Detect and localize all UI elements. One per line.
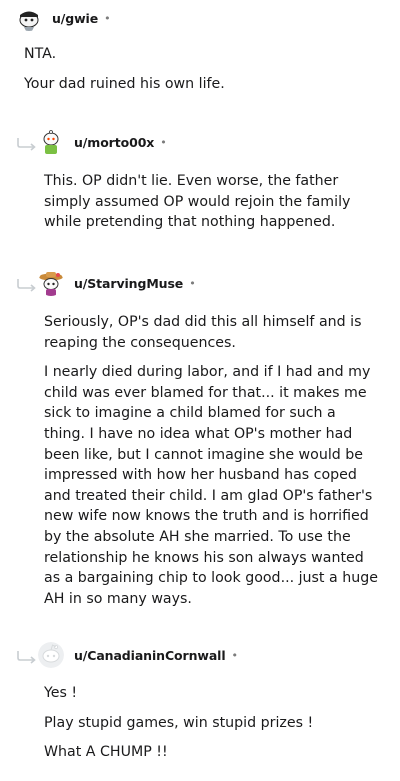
comment-paragraph: This. OP didn't lie. Even worse, the fat… [44,173,351,231]
comment-header: u/morto00x • [38,128,167,156]
comment-body: This. OP didn't lie. Even worse, the fat… [44,171,380,242]
comment-paragraph: Seriously, OP's dad did this all himself… [44,314,362,351]
reply-arrow-icon [17,279,36,292]
comment-paragraph: Play stupid games, win stupid prizes ! [44,714,314,731]
comment-paragraph: NTA. [24,46,57,62]
snoo-hat-avatar-icon[interactable] [38,270,64,296]
comment-reply: u/CanadianinCornwall • Yes ! Play stupid… [0,640,400,781]
comment-header: u/StarvingMuse • [38,269,196,297]
reply-arrow-icon [17,138,36,151]
separator-dot: • [104,11,111,25]
comment-reply: u/StarvingMuse • Seriously, OP's dad did… [0,266,400,616]
reply-arrow-icon [17,651,36,664]
comment-body: Yes ! Play stupid games, win stupid priz… [44,683,380,772]
comment-reply: u/morto00x • This. OP didn't lie. Even w… [0,125,400,250]
comment-header: u/CanadianinCornwall • [38,641,238,669]
comment-body: Seriously, OP's dad did this all himself… [44,312,380,618]
comment-paragraph: What A CHUMP !! [44,744,168,761]
comment: u/gwie • NTA. Your dad ruined his own li… [0,0,400,110]
comment-paragraph: I nearly died during labor, and if I had… [44,364,378,607]
username[interactable]: u/morto00x [74,135,154,150]
separator-dot: • [160,135,167,149]
comment-paragraph: Yes ! [44,685,78,701]
username[interactable]: u/gwie [52,11,98,26]
comment-header: u/gwie • [16,4,111,32]
separator-dot: • [231,648,239,662]
default-snoo-avatar-icon[interactable] [38,642,64,668]
comment-body: NTA. Your dad ruined his own life. [24,44,384,103]
snoo-bandana-avatar-icon[interactable] [16,5,42,31]
snoo-green-shirt-avatar-icon[interactable] [38,129,64,155]
comment-paragraph: Your dad ruined his own life. [24,75,225,92]
username[interactable]: u/StarvingMuse [74,276,183,291]
separator-dot: • [189,276,196,290]
username[interactable]: u/CanadianinCornwall [74,648,226,663]
